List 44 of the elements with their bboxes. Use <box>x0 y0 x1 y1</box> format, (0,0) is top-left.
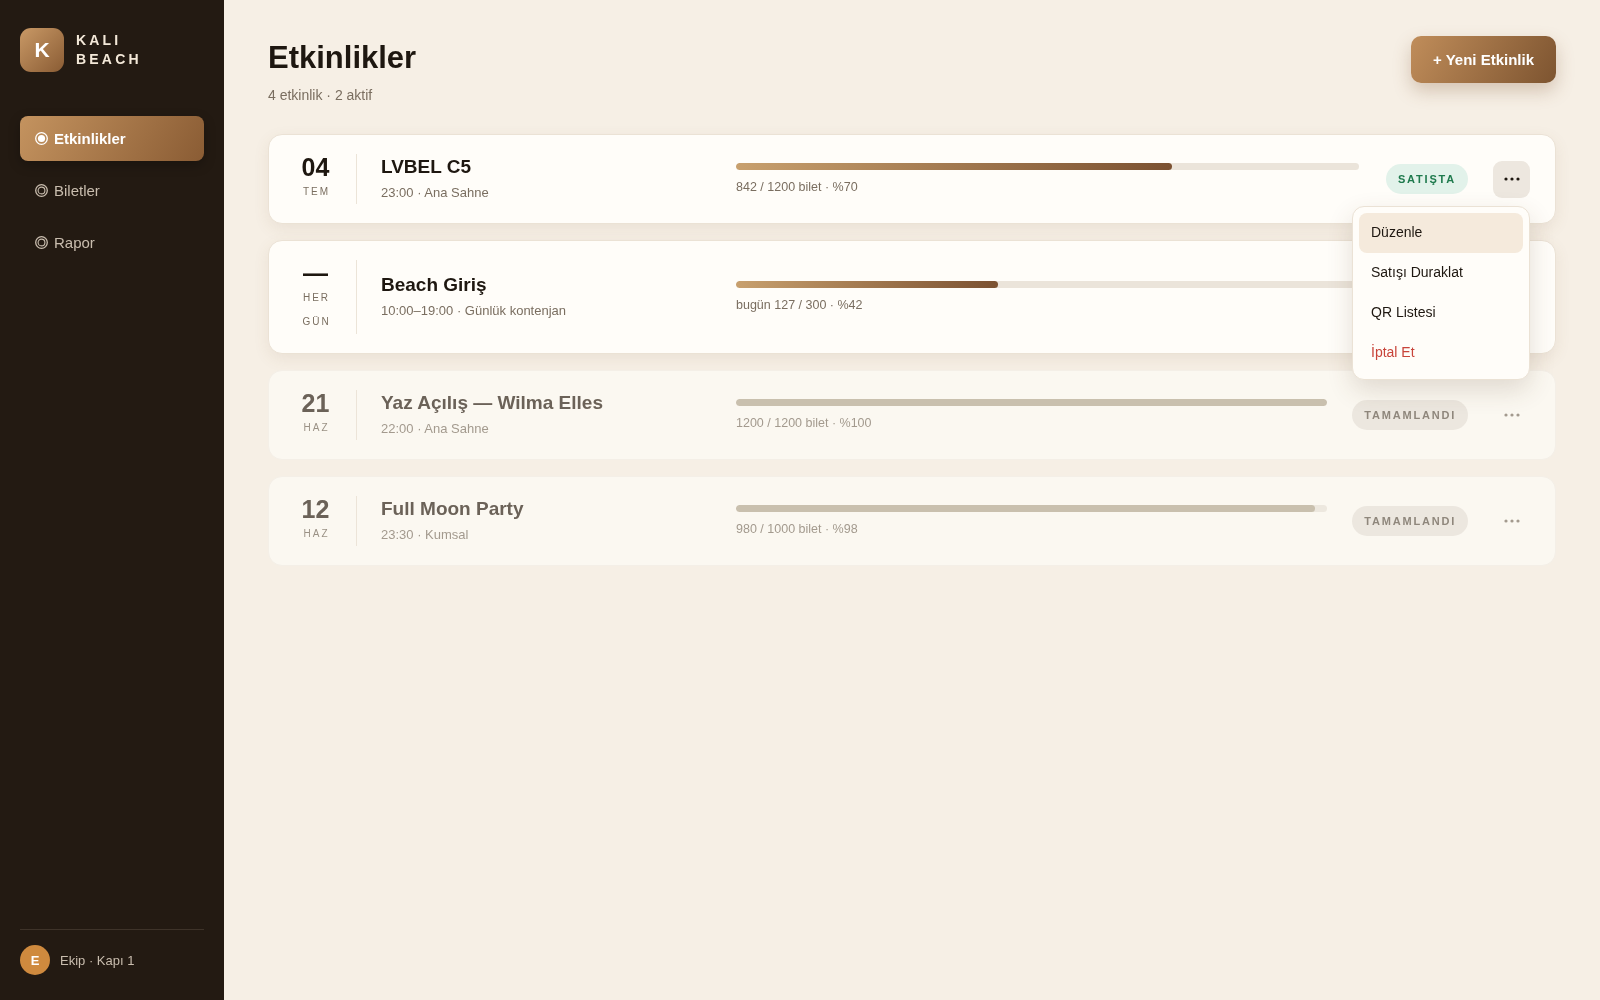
menu-item[interactable]: Düzenle <box>1359 212 1523 253</box>
ring-icon <box>35 132 48 145</box>
more-button[interactable] <box>1493 160 1530 198</box>
ring-icon <box>35 236 48 249</box>
ticket-count: 842 / 1200 bilet · %70 <box>736 179 859 195</box>
ticket-count: 980 / 1000 bilet · %98 <box>736 521 859 537</box>
nav-item[interactable]: Biletler <box>20 168 204 213</box>
brand-name: KALI BEACH <box>76 31 142 69</box>
menu-item[interactable]: Satışı Duraklat <box>1359 252 1523 293</box>
event-month: TEM <box>301 185 331 199</box>
status-badge: SATIŞTA <box>1385 164 1468 194</box>
event-details: 23:00 · Ana Sahne <box>381 184 490 202</box>
event-month: HER GÜN <box>301 291 331 329</box>
menu-item[interactable]: İptal Et <box>1359 332 1523 373</box>
event-details: 10:00–19:00 · Günlük kontenjan <box>381 302 568 320</box>
user-avatar: E <box>20 945 50 975</box>
ticket-count: bugün 127 / 300 · %42 <box>736 297 864 313</box>
user-name: Ekip · Kapı 1 <box>60 952 135 968</box>
logo-mark: K <box>20 28 64 72</box>
more-icon <box>1503 177 1520 181</box>
page-title: Etkinlikler <box>268 40 417 76</box>
event-details: 22:00 · Ana Sahne <box>381 420 490 438</box>
event-day: 04 <box>301 154 330 180</box>
event-title: Beach Giriş <box>381 273 488 297</box>
event-details: 23:30 · Kumsal <box>381 526 470 544</box>
ring-icon <box>35 184 48 197</box>
event-title: Yaz Açılış — Wilma Elles <box>381 391 604 415</box>
status-badge: TAMAMLANDI <box>1352 506 1468 536</box>
event-day: 12 <box>301 496 330 522</box>
page-subtitle: 4 etkinlik · 2 aktif <box>268 86 374 104</box>
event-month: HAZ <box>302 421 330 435</box>
event-title: LVBEL C5 <box>381 155 473 179</box>
menu-item[interactable]: QR Listesi <box>1359 292 1523 333</box>
more-icon <box>1503 519 1520 523</box>
nav-item[interactable]: Etkinlikler <box>20 116 204 161</box>
event-day: 21 <box>301 390 330 416</box>
event-title: Full Moon Party <box>381 497 525 521</box>
event-month: HAZ <box>302 527 330 541</box>
more-icon <box>1503 413 1520 417</box>
status-badge: TAMAMLANDI <box>1352 400 1468 430</box>
new-event-button[interactable]: + Yeni Etkinlik <box>1410 36 1556 83</box>
ticket-count: 1200 / 1200 bilet · %100 <box>736 415 873 431</box>
nav-item[interactable]: Rapor <box>20 220 204 265</box>
event-day: — <box>303 260 328 286</box>
